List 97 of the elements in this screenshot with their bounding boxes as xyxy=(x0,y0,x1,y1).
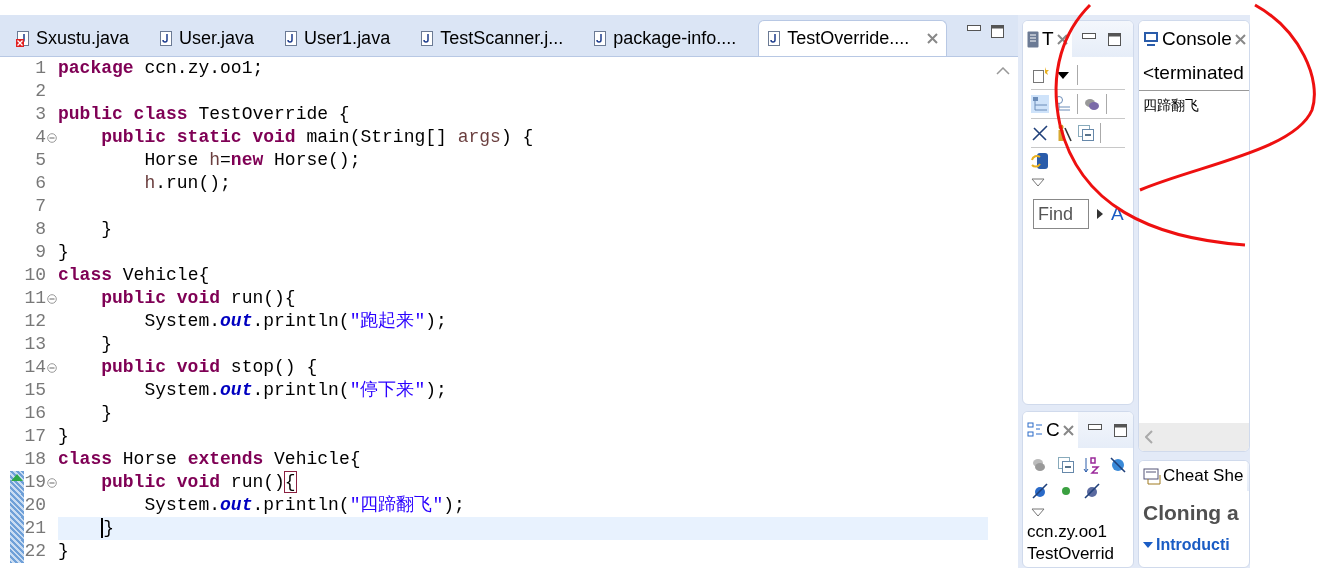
panel-tab[interactable]: Cheat She xyxy=(1139,461,1248,491)
outline-item[interactable]: TestOverrid xyxy=(1023,543,1133,565)
line-number: 6 xyxy=(34,172,46,195)
collapse-fold-icon[interactable] xyxy=(47,293,57,304)
code-line: } xyxy=(100,402,113,425)
console-icon xyxy=(1143,31,1159,47)
console-output: 四蹄翻飞 xyxy=(1142,95,1200,115)
console-header: <terminated xyxy=(1139,57,1249,91)
line-number: 3 xyxy=(34,103,46,126)
code-line: System.out.println("跑起来"); xyxy=(143,310,448,333)
panel-tab[interactable]: C xyxy=(1023,412,1078,448)
editor-tab[interactable]: package-info.... xyxy=(585,20,745,56)
line-number: 12 xyxy=(24,310,46,333)
code-line: public void run(){ xyxy=(100,287,297,310)
line-number: 15 xyxy=(24,379,46,402)
editor-tab[interactable]: TestOverride.... xyxy=(758,20,948,56)
line-number: 5 xyxy=(34,149,46,172)
view-menu-icon[interactable] xyxy=(1031,508,1045,517)
line-number: 19 xyxy=(24,471,46,494)
collapse-fold-icon[interactable] xyxy=(47,362,57,373)
close-icon[interactable] xyxy=(1234,33,1246,45)
line-number: 18 xyxy=(24,448,46,471)
code-line: System.out.println("停下来"); xyxy=(143,379,448,402)
maximize-icon[interactable] xyxy=(1107,32,1121,46)
code-line: Horse h=new Horse(); xyxy=(143,149,362,172)
crossed-out-icon[interactable] xyxy=(1031,124,1049,142)
collapse-all-icon[interactable] xyxy=(1057,456,1075,474)
sort-az-icon[interactable] xyxy=(1083,456,1101,474)
line-number: 7 xyxy=(34,195,46,218)
line-number: 16 xyxy=(24,402,46,425)
database-sync-icon[interactable] xyxy=(1031,152,1049,170)
close-icon[interactable] xyxy=(927,33,939,44)
panel-tab[interactable]: T xyxy=(1023,21,1072,57)
line-number: 2 xyxy=(34,80,46,103)
maximize-icon[interactable] xyxy=(991,25,1004,38)
line-number: 21 xyxy=(24,517,46,540)
cheat-sheet-icon xyxy=(1143,467,1161,485)
close-icon[interactable] xyxy=(1056,33,1068,45)
collapse-fold-icon[interactable] xyxy=(47,132,57,143)
code-line: class Vehicle{ xyxy=(58,264,211,287)
editor-tab[interactable]: User1.java xyxy=(276,20,399,56)
line-number: 4 xyxy=(34,126,46,149)
line-number: 9 xyxy=(34,241,46,264)
java-file-icon xyxy=(159,29,174,47)
code-line: } xyxy=(58,241,70,264)
view-menu-icon[interactable] xyxy=(1031,178,1045,187)
minimize-icon[interactable] xyxy=(1081,32,1096,39)
code-line: } xyxy=(100,333,113,356)
close-icon[interactable] xyxy=(1062,424,1074,436)
code-line: public class TestOverride { xyxy=(58,103,351,126)
java-file-icon xyxy=(284,29,299,47)
tree-view-icon[interactable] xyxy=(1031,95,1049,113)
scroll-up-icon[interactable] xyxy=(996,67,1010,75)
minimize-icon[interactable] xyxy=(1087,423,1102,430)
hide-static-icon[interactable] xyxy=(1031,482,1049,500)
expand-arrow-icon[interactable] xyxy=(1097,209,1103,219)
line-number: 13 xyxy=(24,333,46,356)
line-number: 20 xyxy=(24,494,46,517)
java-file-icon xyxy=(767,30,782,47)
java-file-icon xyxy=(420,29,435,47)
line-number: 22 xyxy=(24,540,46,563)
new-task-icon[interactable] xyxy=(1031,66,1049,84)
code-line: package ccn.zy.oo1; xyxy=(58,57,265,80)
code-line: } xyxy=(100,218,113,241)
hide-fields-icon[interactable] xyxy=(1109,456,1127,474)
hide-local-icon[interactable] xyxy=(1083,482,1101,500)
code-line: public void stop() { xyxy=(100,356,319,379)
cheat-sheet-section[interactable]: Introducti xyxy=(1139,528,1249,557)
outline-icon xyxy=(1027,422,1043,438)
line-number: 14 xyxy=(24,356,46,379)
minimize-icon[interactable] xyxy=(967,25,981,31)
collapse-fold-icon[interactable] xyxy=(47,477,57,488)
editor-tab[interactable]: TestScanner.j... xyxy=(412,20,572,56)
code-line: public static void main(String[] args) { xyxy=(100,126,535,149)
maximize-icon[interactable] xyxy=(1113,423,1127,437)
editor-tab[interactable]: Sxustu.java xyxy=(8,20,138,56)
task-list-icon xyxy=(1027,30,1039,48)
find-field[interactable]: Find xyxy=(1033,199,1089,229)
editor-tab[interactable]: User.java xyxy=(151,20,263,56)
line-number: 10 xyxy=(24,264,46,287)
collapse-all-icon[interactable] xyxy=(1077,124,1095,142)
expand-triangle-icon[interactable] xyxy=(1143,541,1153,548)
java-file-icon xyxy=(593,29,608,47)
line-number: 11 xyxy=(24,287,46,310)
cheat-sheet-title: Cloning a xyxy=(1142,500,1240,526)
line-number: 1 xyxy=(34,57,46,80)
code-line: class Horse extends Vehicle{ xyxy=(58,448,362,471)
line-number: 17 xyxy=(24,425,46,448)
code-line: h.run(); xyxy=(143,172,232,195)
code-line: } xyxy=(58,425,70,448)
code-line: public void run(){ xyxy=(100,471,297,494)
code-line: System.out.println("四蹄翻飞"); xyxy=(143,494,466,517)
code-line: } xyxy=(58,540,70,563)
horizontal-scrollbar[interactable] xyxy=(1139,423,1249,451)
outline-item[interactable]: ccn.zy.oo1 xyxy=(1023,521,1133,543)
panel-tab[interactable]: Console xyxy=(1139,21,1249,57)
line-number: 8 xyxy=(34,218,46,241)
